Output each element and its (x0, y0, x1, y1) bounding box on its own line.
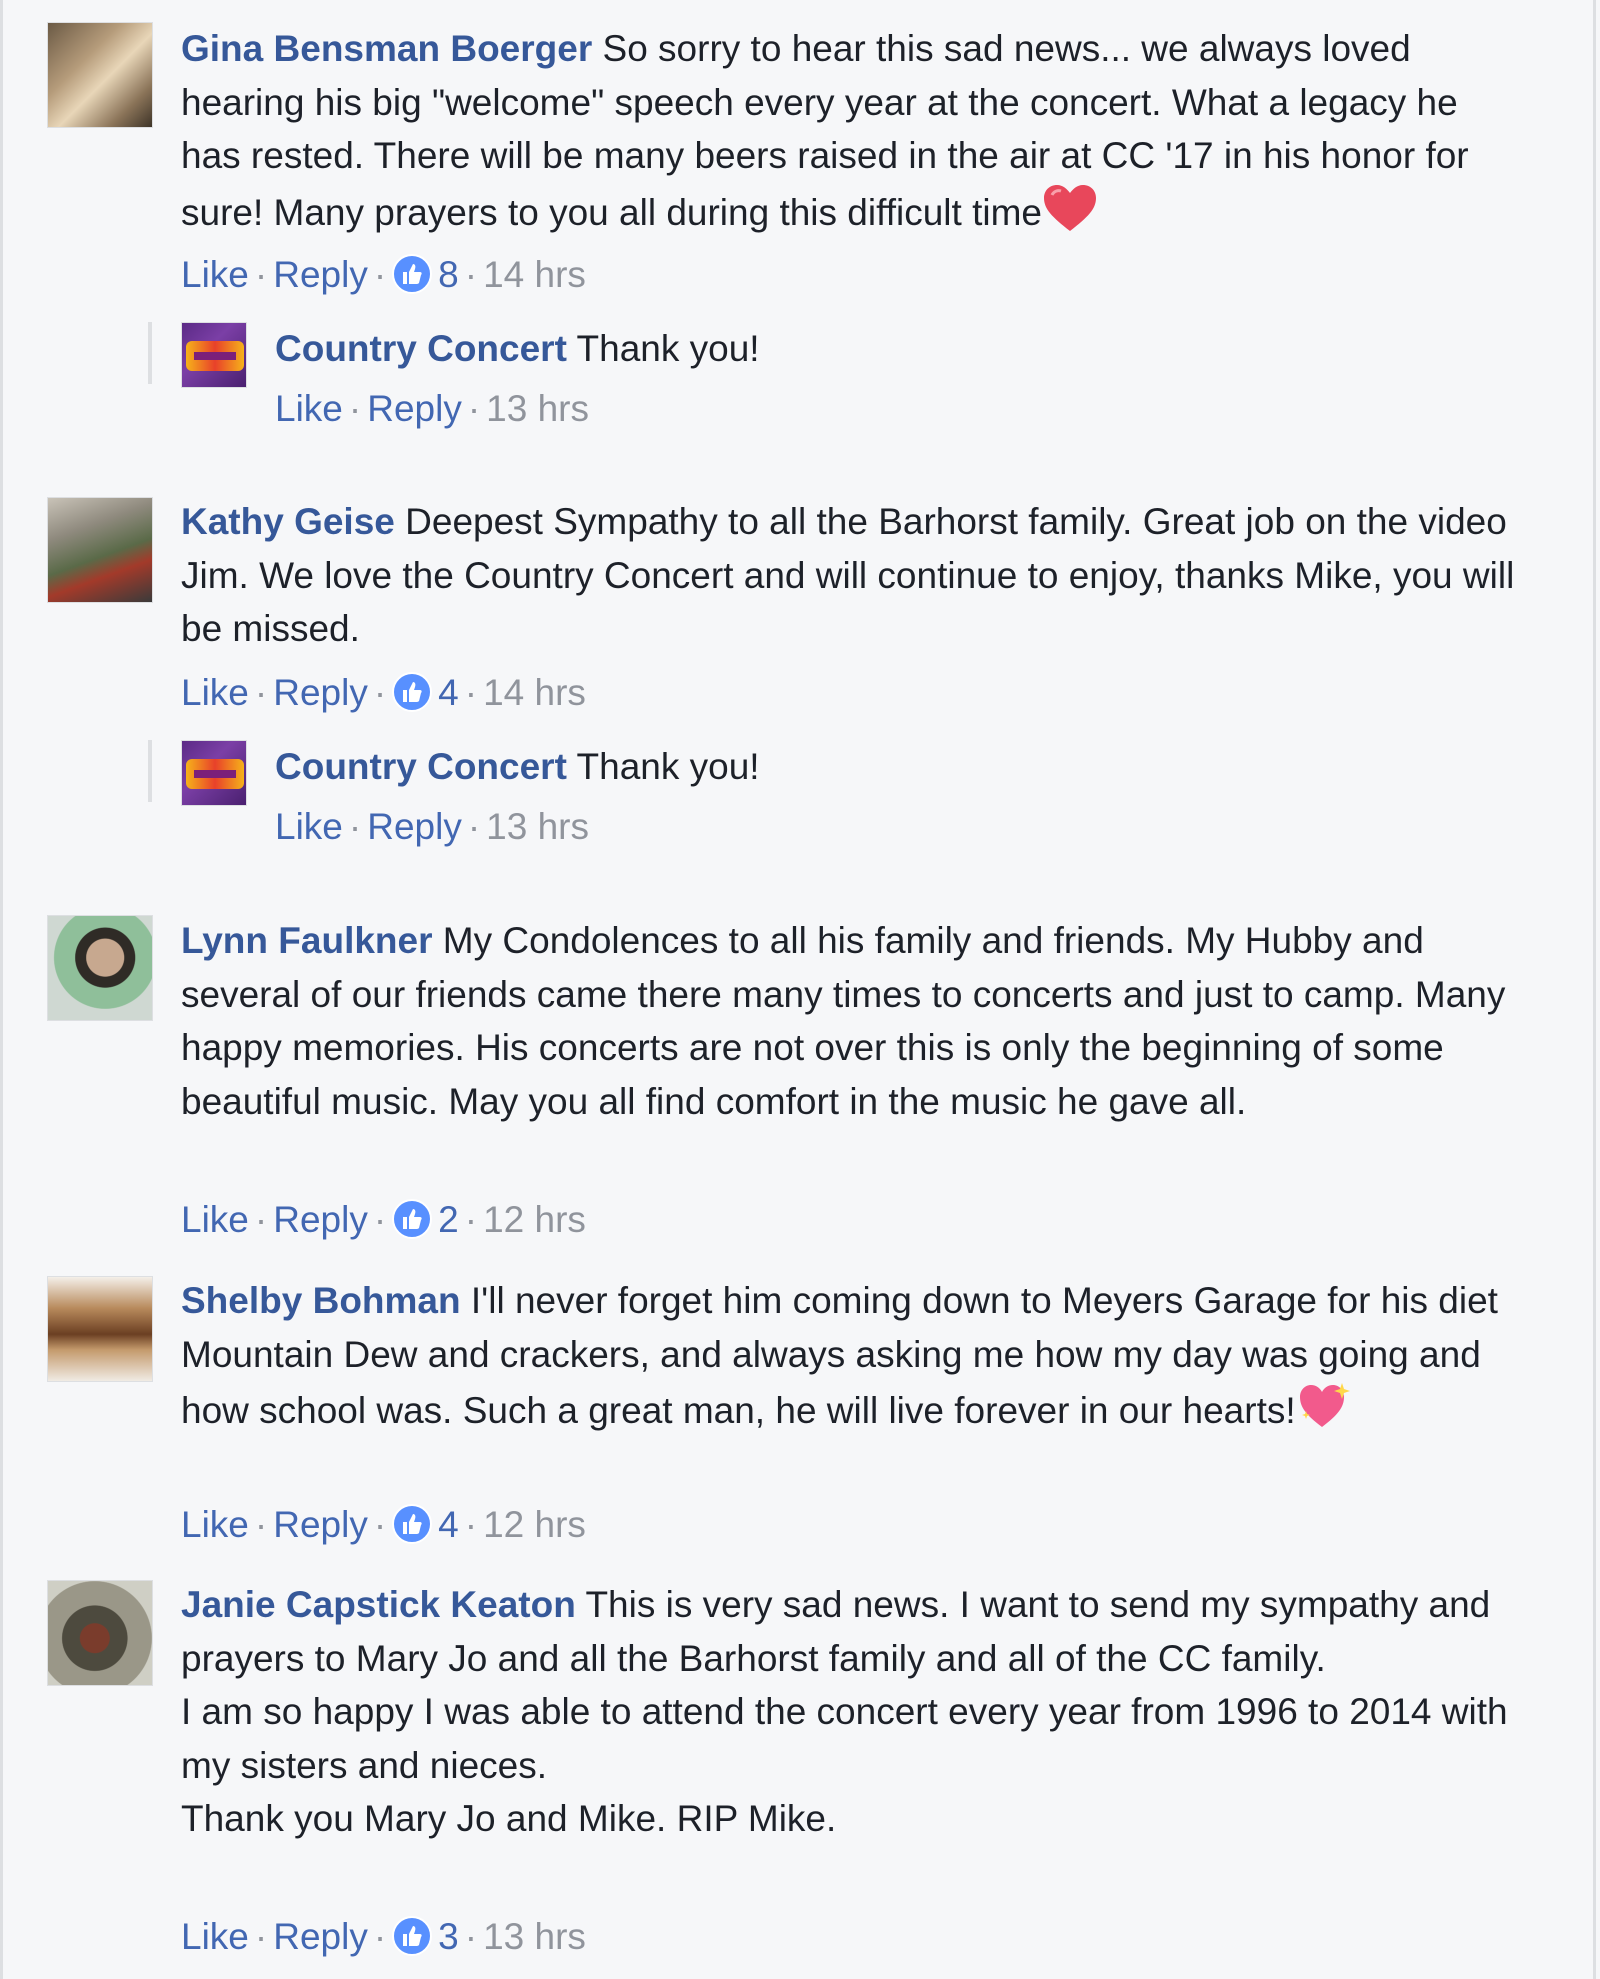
timestamp[interactable]: 14 hrs (483, 254, 586, 295)
avatar[interactable] (47, 915, 153, 1021)
like-count[interactable]: 4 (438, 1504, 459, 1545)
separator: · (467, 388, 481, 429)
comment-body: Janie Capstick Keaton This is very sad n… (181, 1578, 1521, 1846)
separator: · (373, 1199, 387, 1240)
comment-actions: Like · Reply · 4 · 14 hrs (181, 666, 586, 719)
comment-body: Shelby Bohman I'll never forget him comi… (181, 1274, 1521, 1446)
separator: · (373, 254, 387, 295)
commenter-name[interactable]: Shelby Bohman (181, 1280, 461, 1321)
reply-link[interactable]: Reply (273, 672, 368, 713)
separator: · (373, 672, 387, 713)
commenter-name[interactable]: Kathy Geise (181, 501, 395, 542)
separator: · (348, 806, 362, 847)
like-count[interactable]: 2 (438, 1199, 459, 1240)
comment-actions: Like · Reply · 4 · 12 hrs (181, 1498, 586, 1551)
like-count[interactable]: 4 (438, 672, 459, 713)
reply-link[interactable]: Reply (273, 1916, 368, 1957)
separator: · (464, 254, 478, 295)
like-reaction-icon[interactable] (392, 1199, 433, 1239)
reply-actions: Like · Reply · 13 hrs (275, 800, 589, 853)
avatar[interactable] (47, 1276, 153, 1382)
separator: · (254, 1916, 268, 1957)
separator: · (348, 388, 362, 429)
reply-thread-line (148, 740, 152, 802)
reply-body: Country Concert Thank you! (275, 740, 760, 793)
like-link[interactable]: Like (275, 806, 343, 847)
separator: · (464, 672, 478, 713)
comment-text-line: I am so happy I was able to attend the c… (181, 1691, 1508, 1786)
page-avatar[interactable] (181, 740, 247, 806)
separator: · (464, 1916, 478, 1957)
comment-body: Gina Bensman Boerger So sorry to hear th… (181, 22, 1521, 247)
like-link[interactable]: Like (181, 254, 249, 295)
page-avatar[interactable] (181, 322, 247, 388)
comment-body: Lynn Faulkner My Condolences to all his … (181, 914, 1521, 1128)
reply-text: Thank you! (576, 328, 760, 369)
separator: · (373, 1916, 387, 1957)
timestamp[interactable]: 13 hrs (486, 806, 589, 847)
timestamp[interactable]: 13 hrs (486, 388, 589, 429)
timestamp[interactable]: 12 hrs (483, 1504, 586, 1545)
avatar[interactable] (47, 497, 153, 603)
sparkling-heart-icon (1296, 1381, 1350, 1446)
reply-link[interactable]: Reply (367, 806, 462, 847)
reply-body: Country Concert Thank you! (275, 322, 760, 375)
like-link[interactable]: Like (181, 1199, 249, 1240)
commenter-name[interactable]: Gina Bensman Boerger (181, 28, 592, 69)
separator: · (464, 1199, 478, 1240)
comment-body: Kathy Geise Deepest Sympathy to all the … (181, 495, 1521, 656)
commenter-name[interactable]: Lynn Faulkner (181, 920, 433, 961)
comment-text-line: Thank you Mary Jo and Mike. RIP Mike. (181, 1798, 837, 1839)
separator: · (254, 254, 268, 295)
comment-actions: Like · Reply · 2 · 12 hrs (181, 1193, 586, 1246)
timestamp[interactable]: 12 hrs (483, 1199, 586, 1240)
like-count[interactable]: 3 (438, 1916, 459, 1957)
replier-name[interactable]: Country Concert (275, 328, 567, 369)
like-reaction-icon[interactable] (392, 1504, 433, 1544)
avatar[interactable] (47, 1580, 153, 1686)
like-link[interactable]: Like (181, 1916, 249, 1957)
comment-actions: Like · Reply · 3 · 13 hrs (181, 1910, 586, 1963)
like-count[interactable]: 8 (438, 254, 459, 295)
like-link[interactable]: Like (181, 1504, 249, 1545)
timestamp[interactable]: 14 hrs (483, 672, 586, 713)
reply-link[interactable]: Reply (367, 388, 462, 429)
like-link[interactable]: Like (275, 388, 343, 429)
reply-text: Thank you! (576, 746, 760, 787)
avatar[interactable] (47, 22, 153, 128)
red-heart-icon (1042, 183, 1098, 248)
separator: · (467, 806, 481, 847)
separator: · (464, 1504, 478, 1545)
reply-link[interactable]: Reply (273, 254, 368, 295)
timestamp[interactable]: 13 hrs (483, 1916, 586, 1957)
reply-link[interactable]: Reply (273, 1199, 368, 1240)
like-reaction-icon[interactable] (392, 1916, 433, 1956)
comment-actions: Like · Reply · 8 · 14 hrs (181, 248, 586, 301)
reply-thread-line (148, 322, 152, 384)
commenter-name[interactable]: Janie Capstick Keaton (181, 1584, 576, 1625)
like-reaction-icon[interactable] (392, 254, 433, 294)
separator: · (254, 1199, 268, 1240)
reply-link[interactable]: Reply (273, 1504, 368, 1545)
like-link[interactable]: Like (181, 672, 249, 713)
separator: · (254, 1504, 268, 1545)
reply-actions: Like · Reply · 13 hrs (275, 382, 589, 435)
separator: · (373, 1504, 387, 1545)
separator: · (254, 672, 268, 713)
replier-name[interactable]: Country Concert (275, 746, 567, 787)
like-reaction-icon[interactable] (392, 672, 433, 712)
